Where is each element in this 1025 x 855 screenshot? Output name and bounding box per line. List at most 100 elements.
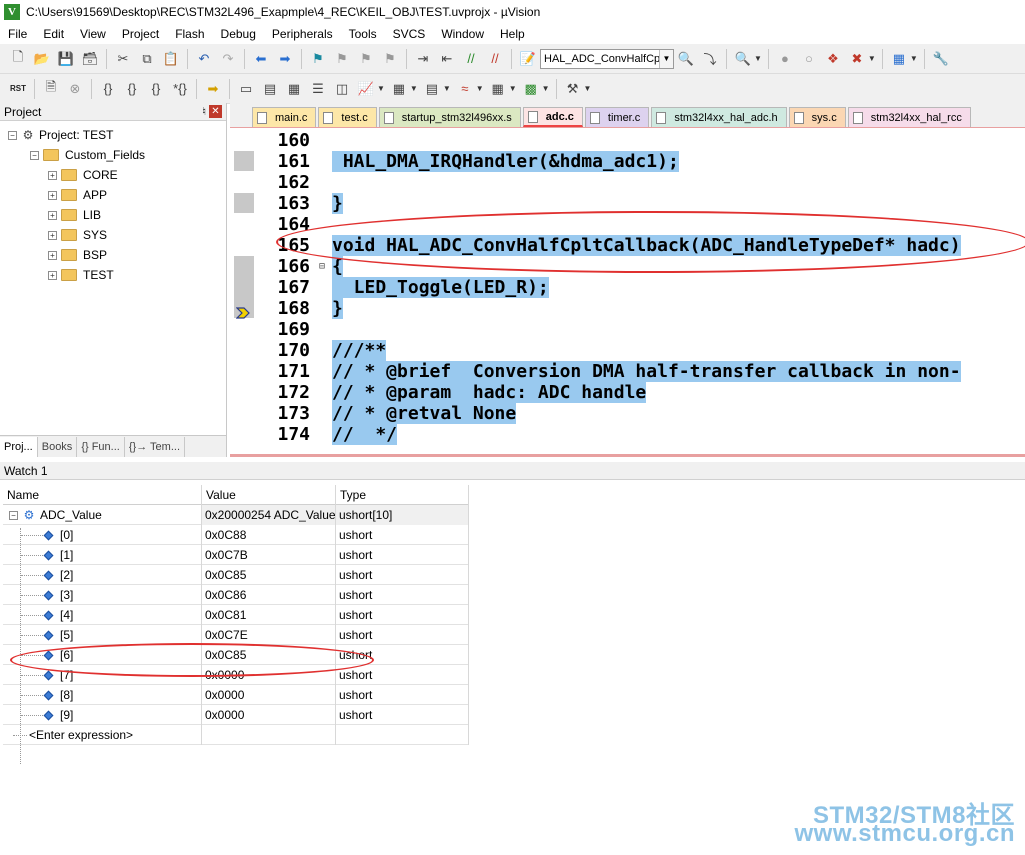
- chevron-down-icon[interactable]: ▼: [476, 84, 484, 93]
- expand-icon[interactable]: +: [48, 190, 57, 200]
- menu-file[interactable]: File: [0, 24, 35, 44]
- window-layout-icon[interactable]: ▦: [889, 49, 909, 69]
- tab-startup-s[interactable]: startup_stm32l496xx.s: [378, 107, 521, 127]
- column-header-type[interactable]: Type: [336, 485, 469, 505]
- menu-flash[interactable]: Flash: [167, 24, 212, 44]
- menu-tools[interactable]: Tools: [341, 24, 385, 44]
- chevron-down-icon[interactable]: ▼: [868, 54, 876, 63]
- comment-icon[interactable]: //: [461, 49, 481, 69]
- tree-item-sys[interactable]: + SYS: [0, 225, 226, 245]
- expand-icon[interactable]: +: [48, 170, 57, 180]
- code-line[interactable]: 164: [254, 214, 332, 235]
- command-window-icon[interactable]: ▭: [236, 79, 256, 99]
- watch-value-cell[interactable]: 0x0000: [202, 705, 336, 725]
- tab-sys-c[interactable]: sys.c: [788, 107, 846, 127]
- menu-project[interactable]: Project: [114, 24, 167, 44]
- analysis-window-icon[interactable]: ≈: [455, 79, 475, 99]
- chevron-down-icon[interactable]: ▼: [754, 54, 762, 63]
- new-file-icon[interactable]: 🗋: [8, 49, 28, 69]
- tree-item-test[interactable]: + TEST: [0, 265, 226, 285]
- tree-item-lib[interactable]: + LIB: [0, 205, 226, 225]
- watch-value-cell[interactable]: 0x0C7E: [202, 625, 336, 645]
- indent-icon[interactable]: ⇥: [413, 49, 433, 69]
- watch-row-enter-expression[interactable]: <Enter expression>: [3, 725, 469, 745]
- disassembly-window-icon[interactable]: ▤: [260, 79, 280, 99]
- expand-icon[interactable]: +: [48, 230, 57, 240]
- chevron-down-icon[interactable]: ▼: [910, 54, 918, 63]
- tab-test-c[interactable]: test.c: [318, 107, 377, 127]
- find-in-files-icon[interactable]: 📝: [518, 49, 538, 69]
- symbols-window-icon[interactable]: ▦: [284, 79, 304, 99]
- menu-window[interactable]: Window: [433, 24, 492, 44]
- watch-row[interactable]: [8] 0x0000 ushort: [3, 685, 469, 705]
- expand-icon[interactable]: +: [48, 210, 57, 220]
- watch-value-cell[interactable]: 0x0C81: [202, 605, 336, 625]
- menu-peripherals[interactable]: Peripherals: [264, 24, 341, 44]
- watch-row-adc-value[interactable]: − ⚙ ADC_Value 0x20000254 ADC_Value ushor…: [3, 505, 469, 525]
- watch-window-icon[interactable]: 📈: [356, 79, 376, 99]
- nav-forward-icon[interactable]: ➡: [275, 49, 295, 69]
- find-icon[interactable]: 🔍: [676, 49, 696, 69]
- chevron-down-icon[interactable]: ▼: [584, 84, 592, 93]
- undo-icon[interactable]: ↶: [194, 49, 214, 69]
- uncomment-icon[interactable]: //: [485, 49, 505, 69]
- watch-row[interactable]: [0] 0x0C88 ushort: [3, 525, 469, 545]
- tree-item-custom-fields[interactable]: − Custom_Fields: [0, 145, 226, 165]
- code-line[interactable]: 160: [254, 130, 332, 151]
- tab-adc-c[interactable]: adc.c: [522, 107, 583, 127]
- chevron-down-icon[interactable]: ▼: [410, 84, 418, 93]
- save-all-icon[interactable]: 🗃: [80, 49, 100, 69]
- stop-icon[interactable]: ⊗: [65, 79, 85, 99]
- collapse-icon[interactable]: −: [9, 510, 18, 520]
- unindent-icon[interactable]: ⇤: [437, 49, 457, 69]
- code-line[interactable]: 162: [254, 172, 332, 193]
- code-line[interactable]: 161 HAL_DMA_IRQHandler(&hdma_adc1);: [254, 151, 679, 172]
- tab-functions[interactable]: {} Fun...: [77, 436, 125, 457]
- tab-books[interactable]: Books: [38, 436, 78, 457]
- step-over-icon[interactable]: {}: [122, 79, 142, 99]
- chevron-down-icon[interactable]: ▼: [659, 49, 673, 68]
- kill-breakpoints-icon[interactable]: ✖: [847, 49, 867, 69]
- watch-row[interactable]: [4] 0x0C81 ushort: [3, 605, 469, 625]
- serial-window-icon[interactable]: ▤: [422, 79, 442, 99]
- tab-hal-adc-h[interactable]: stm32l4xx_hal_adc.h: [651, 107, 787, 127]
- collapse-icon[interactable]: −: [8, 130, 17, 140]
- find-combo[interactable]: HAL_ADC_ConvHalfCpltC ▼: [540, 48, 674, 69]
- trace-window-icon[interactable]: ▦: [488, 79, 508, 99]
- watch-row[interactable]: [3] 0x0C86 ushort: [3, 585, 469, 605]
- collapse-icon[interactable]: −: [30, 150, 39, 160]
- tab-templates[interactable]: {}→ Tem...: [125, 436, 185, 457]
- watch-value-cell[interactable]: 0x0C86: [202, 585, 336, 605]
- save-icon[interactable]: 💾: [56, 49, 76, 69]
- registers-window-icon[interactable]: ☰: [308, 79, 328, 99]
- system-viewer-icon[interactable]: ▩: [521, 79, 541, 99]
- step-into-icon[interactable]: {}: [98, 79, 118, 99]
- menu-svcs[interactable]: SVCS: [385, 24, 434, 44]
- chevron-down-icon[interactable]: ▼: [542, 84, 550, 93]
- enable-breakpoint-icon[interactable]: ○: [799, 49, 819, 69]
- watch-row[interactable]: [7] 0x0000 ushort: [3, 665, 469, 685]
- watch-row[interactable]: [6] 0x0C85 ushort: [3, 645, 469, 665]
- tree-item-project[interactable]: − ⚙ Project: TEST: [0, 125, 226, 145]
- open-folder-icon[interactable]: 📂: [32, 49, 52, 69]
- expand-icon[interactable]: +: [48, 270, 57, 280]
- incremental-find-icon[interactable]: ⤵: [700, 49, 720, 69]
- toolbox-icon[interactable]: ⚒: [563, 79, 583, 99]
- menu-view[interactable]: View: [72, 24, 114, 44]
- chevron-down-icon[interactable]: ▼: [509, 84, 517, 93]
- watch-value-cell[interactable]: 0x0C88: [202, 525, 336, 545]
- menu-edit[interactable]: Edit: [35, 24, 72, 44]
- code-line[interactable]: 168}: [254, 298, 343, 319]
- reset-cpu-icon[interactable]: RST: [8, 79, 28, 99]
- code-line[interactable]: 163}: [254, 193, 343, 214]
- column-header-name[interactable]: Name: [3, 485, 202, 505]
- code-line[interactable]: 169: [254, 319, 332, 340]
- watch-value-cell[interactable]: 0x0000: [202, 665, 336, 685]
- tree-item-core[interactable]: + CORE: [0, 165, 226, 185]
- code-line[interactable]: 171 // * @brief Conversion DMA half-trans…: [254, 361, 961, 382]
- code-line[interactable]: 172 // * @param hadc: ADC handle: [254, 382, 647, 403]
- fold-marker[interactable]: ⊟: [316, 261, 328, 272]
- copy-icon[interactable]: ⧉: [137, 49, 157, 69]
- configure-icon[interactable]: 🔧: [931, 49, 951, 69]
- chevron-down-icon[interactable]: ▼: [443, 84, 451, 93]
